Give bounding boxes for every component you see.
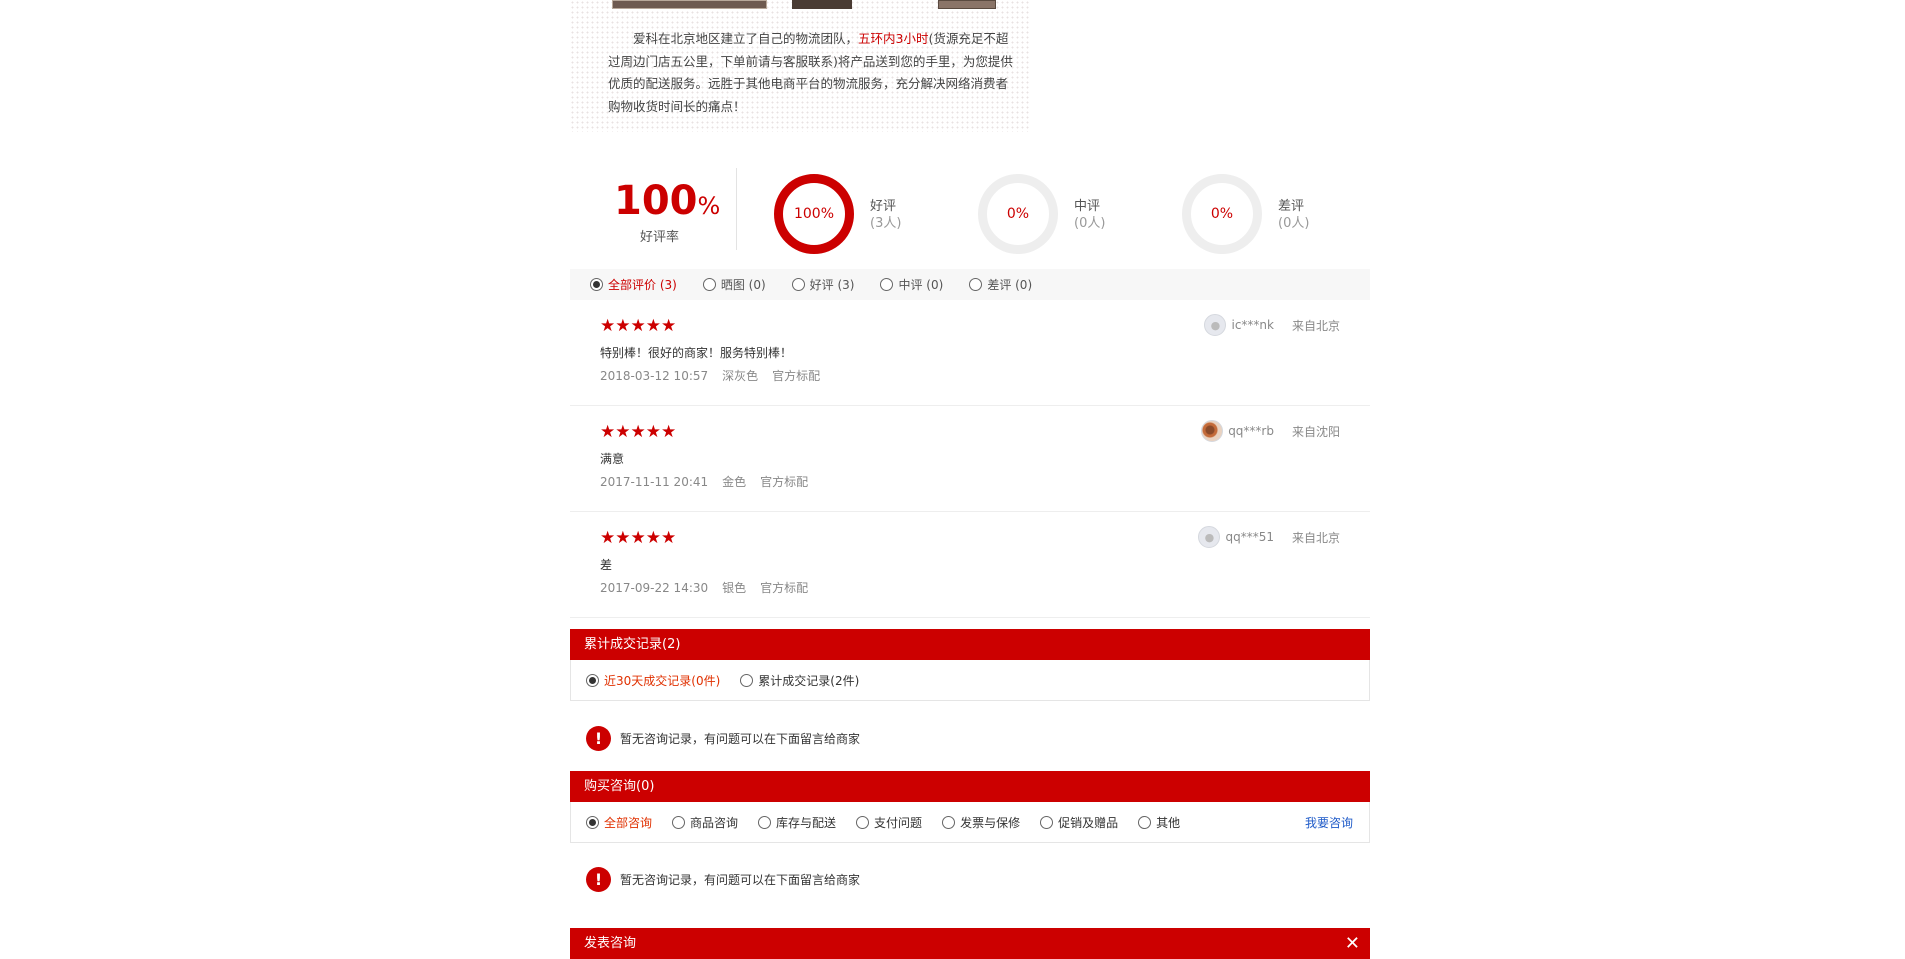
star-rating-icon: ★★★★★ <box>600 422 677 442</box>
review-filter-bar: 全部评价 (3) 晒图 (0) 好评 (3) 中评 (0) 差评 (0) <box>570 269 1370 300</box>
medium-ring-label: 中评 (0人) <box>1074 199 1106 231</box>
transactions-tabs: 近30天成交记录(0件) 累计成交记录(2件) <box>570 660 1370 701</box>
rating-summary: 100% 好评率 100% 好评 (3人) 0% 中评 (0人) 0% 差评 (0人) <box>570 168 1370 256</box>
reviewer: ● ic***nk 来自北京 <box>1204 314 1340 336</box>
exclamation-circle-icon: ! <box>586 867 611 892</box>
bad-ring: 0% <box>1182 174 1262 254</box>
tab-all-transactions[interactable]: 累计成交记录(2件) <box>740 672 859 689</box>
review-meta: 2017-11-11 20:41 金色 官方标配 <box>600 475 809 489</box>
reviewer-name: qq***rb <box>1228 424 1274 438</box>
radio-icon[interactable] <box>702 278 716 291</box>
logistics-intro: 爱科在北京地区建立了自己的物流团队，五环内3小时(货源充足不超过周边门店五公里，… <box>570 0 1030 132</box>
good-rate: 100% <box>614 178 721 224</box>
filter-medium[interactable]: 中评 (0) <box>880 276 943 293</box>
bad-ring-label: 差评 (0人) <box>1278 199 1310 231</box>
reviewer-location: 来自北京 <box>1291 530 1340 545</box>
empty-notice: ! 暂无咨询记录，有问题可以在下面留言给商家 <box>586 867 860 892</box>
product-thumbnail[interactable] <box>938 0 996 9</box>
reviewer-location: 来自沈阳 <box>1291 424 1340 439</box>
delivery-highlight: 五环内3小时 <box>858 31 929 46</box>
filter-with-photos[interactable]: 晒图 (0) <box>702 276 766 293</box>
review-item: ★★★★★ 满意 2017-11-11 20:41 金色 官方标配 qq***rb 来… <box>570 406 1370 512</box>
reviewer: ● qq***51 来自北京 <box>1198 526 1340 548</box>
star-rating-icon: ★★★★★ <box>600 316 677 336</box>
transactions-header: 累计成交记录(2) <box>570 629 1370 660</box>
radio-icon[interactable] <box>586 673 599 687</box>
review-item: ★★★★★ 特别棒！很好的商家！服务特别棒！ 2018-03-12 10:57 深… <box>570 300 1370 406</box>
ask-question-link[interactable]: 我要咨询 <box>1305 814 1353 831</box>
good-rate-label: 好评率 <box>640 230 680 245</box>
user-avatar-icon: ● <box>1204 314 1227 336</box>
filter-good[interactable]: 好评 (3) <box>791 276 854 293</box>
filter-bad[interactable]: 差评 (0) <box>969 276 1032 293</box>
good-ring: 100% <box>774 174 854 254</box>
tab-promotions[interactable]: 促销及赠品 <box>1040 814 1118 831</box>
reviewer: qq***rb 来自沈阳 <box>1201 420 1340 442</box>
good-ring-label: 好评 (3人) <box>870 199 902 231</box>
radio-icon[interactable] <box>856 815 870 829</box>
product-detail-section: 爱科在北京地区建立了自己的物流团队，五环内3小时(货源充足不超过周边门店五公里，… <box>570 0 1370 959</box>
tab-other[interactable]: 其他 <box>1138 814 1180 831</box>
reviewer-name: ic***nk <box>1231 318 1274 332</box>
star-rating-icon: ★★★★★ <box>600 528 677 548</box>
radio-icon[interactable] <box>1138 815 1152 829</box>
review-meta: 2018-03-12 10:57 深灰色 官方标配 <box>600 369 821 383</box>
empty-notice: ! 暂无咨询记录，有问题可以在下面留言给商家 <box>586 726 860 751</box>
product-thumbnail[interactable] <box>792 0 852 9</box>
radio-icon[interactable] <box>1040 815 1054 829</box>
product-thumbnail[interactable] <box>612 0 767 9</box>
review-text: 满意 <box>600 452 625 466</box>
consult-tabs: 全部咨询 商品咨询 库存与配送 支付问题 发票与保修 促销及赠品 其他 我要咨询 <box>570 802 1370 843</box>
radio-icon[interactable] <box>791 278 805 291</box>
review-text: 特别棒！很好的商家！服务特别棒！ <box>600 346 793 360</box>
medium-ring: 0% <box>978 174 1058 254</box>
reviewer-location: 来自北京 <box>1291 318 1340 333</box>
radio-icon[interactable] <box>942 815 956 829</box>
review-meta: 2017-09-22 14:30 银色 官方标配 <box>600 581 809 595</box>
tab-product-consult[interactable]: 商品咨询 <box>672 814 738 831</box>
logistics-description: 爱科在北京地区建立了自己的物流团队，五环内3小时(货源充足不超过周边门店五公里，… <box>608 31 1013 114</box>
exclamation-circle-icon: ! <box>586 726 611 751</box>
user-avatar-icon <box>1201 420 1224 442</box>
consult-header: 购买咨询(0) <box>570 771 1370 802</box>
tab-recent-30-days[interactable]: 近30天成交记录(0件) <box>586 672 720 689</box>
filter-all[interactable]: 全部评价 (3) <box>590 276 677 293</box>
reviewer-name: qq***51 <box>1225 530 1274 544</box>
radio-icon[interactable] <box>586 815 599 829</box>
radio-icon[interactable] <box>758 815 772 829</box>
tab-payment[interactable]: 支付问题 <box>856 814 922 831</box>
radio-icon[interactable] <box>969 278 983 291</box>
review-text: 差 <box>600 558 613 572</box>
review-item: ★★★★★ 差 2017-09-22 14:30 银色 官方标配 ● qq***51 来… <box>570 512 1370 618</box>
radio-icon[interactable] <box>740 673 754 687</box>
user-avatar-icon: ● <box>1198 526 1221 548</box>
tab-invoice-warranty[interactable]: 发票与保修 <box>942 814 1020 831</box>
tab-stock-delivery[interactable]: 库存与配送 <box>758 814 836 831</box>
radio-icon[interactable] <box>880 278 894 291</box>
radio-icon[interactable] <box>590 278 603 291</box>
radio-icon[interactable] <box>672 815 686 829</box>
divider <box>736 168 737 250</box>
tab-all-consult[interactable]: 全部咨询 <box>586 814 652 831</box>
